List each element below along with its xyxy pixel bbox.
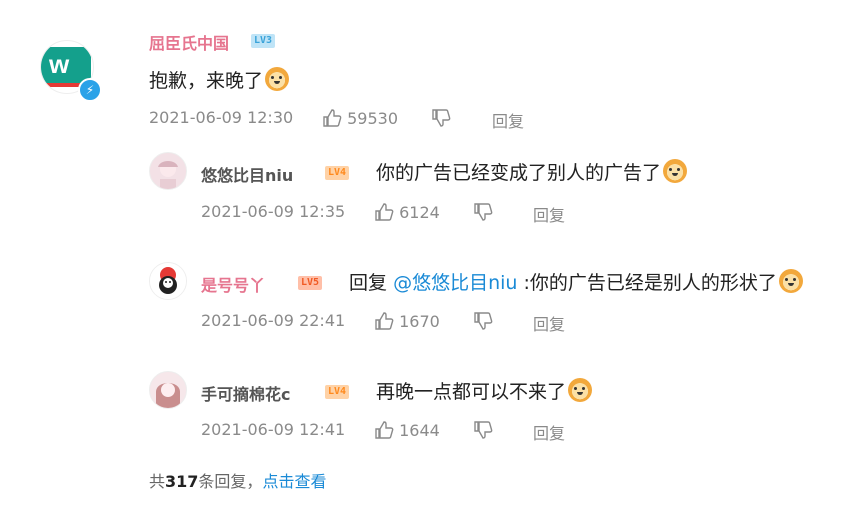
reply-text: 回复 @悠悠比目niu :你的广告已经是别人的形状了 <box>349 268 803 295</box>
dislike-button[interactable] <box>473 202 493 222</box>
thumbs-up-icon <box>322 108 342 128</box>
mention-link[interactable]: @悠悠比目niu <box>393 272 517 294</box>
reply-count-footer: 共317条回复，点击查看 <box>149 472 327 491</box>
reply-button[interactable]: 回复 <box>533 202 565 226</box>
reply-author-name[interactable]: 手可摘棉花c <box>201 381 291 405</box>
reply-author-name[interactable]: 是号号丫 <box>201 272 265 296</box>
reply-button[interactable]: 回复 <box>492 108 524 132</box>
comment-text: 抱歉，来晚了 <box>149 66 290 93</box>
author-avatar[interactable]: w ⚡ <box>40 40 102 102</box>
level-badge: LV4 <box>325 166 350 180</box>
dislike-button[interactable] <box>431 108 451 128</box>
dislike-button[interactable] <box>473 311 493 331</box>
view-replies-link[interactable]: 点击查看 <box>262 472 326 491</box>
doge-emoji-icon <box>663 159 688 183</box>
like-button[interactable]: 1670 <box>374 311 440 331</box>
thumbs-up-icon <box>374 202 394 222</box>
reply-avatar[interactable] <box>149 262 187 300</box>
reply-time: 2021-06-09 12:35 <box>201 202 346 221</box>
level-badge: LV4 <box>325 385 350 399</box>
reply-avatar[interactable] <box>149 371 187 409</box>
like-button[interactable]: 6124 <box>374 202 440 222</box>
comment-time: 2021-06-09 12:30 <box>149 108 294 127</box>
level-badge: LV5 <box>298 276 323 290</box>
thumbs-down-icon <box>431 108 451 128</box>
like-button[interactable]: 59530 <box>322 108 398 128</box>
reply-text: 你的广告已经变成了别人的广告了 <box>376 158 688 185</box>
dislike-button[interactable] <box>473 420 493 440</box>
reply-text: 再晚一点都可以不来了 <box>376 377 593 404</box>
like-button[interactable]: 1644 <box>374 420 440 440</box>
doge-emoji-icon <box>568 378 593 402</box>
reply-button[interactable]: 回复 <box>533 420 565 444</box>
reply-avatar[interactable] <box>149 152 187 190</box>
thumbs-up-icon <box>374 311 394 331</box>
reply-count: 317 <box>165 472 199 491</box>
doge-emoji-icon <box>265 67 290 91</box>
reply-time: 2021-06-09 22:41 <box>201 311 346 330</box>
reply-button[interactable]: 回复 <box>533 311 565 335</box>
level-badge: LV3 <box>251 34 276 48</box>
author-name[interactable]: 屈臣氏中国 <box>149 30 229 54</box>
reply-author-name[interactable]: 悠悠比目niu <box>201 162 293 186</box>
verified-icon: ⚡ <box>78 78 102 102</box>
reply-time: 2021-06-09 12:41 <box>201 420 346 439</box>
thumbs-down-icon <box>473 420 493 440</box>
thumbs-up-icon <box>374 420 394 440</box>
thumbs-down-icon <box>473 311 493 331</box>
doge-emoji-icon <box>778 269 803 293</box>
thumbs-down-icon <box>473 202 493 222</box>
